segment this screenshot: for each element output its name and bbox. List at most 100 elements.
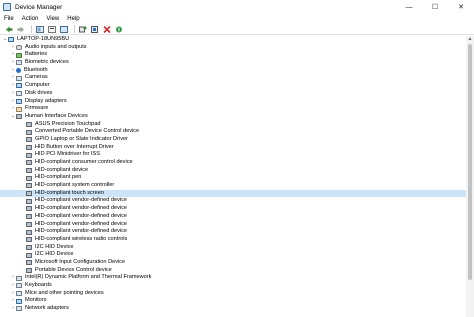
tree-category[interactable]: › Audio inputs and outputs — [0, 44, 466, 52]
scan-icon[interactable] — [78, 25, 88, 34]
menu-action[interactable]: Action — [22, 16, 39, 22]
device-category-icon — [16, 68, 21, 74]
tree-item-label: HID-compliant vendor-defined device — [35, 228, 128, 235]
tree-category[interactable]: › Batteries — [0, 51, 466, 59]
minimize-button[interactable]: — — [396, 0, 422, 14]
maximize-button[interactable]: ☐ — [422, 0, 448, 14]
tree-item-label: Cameras — [25, 74, 48, 81]
window-controls: — ☐ ✕ — [396, 0, 474, 14]
scroll-up-arrow-icon[interactable]: ▲ — [466, 36, 474, 43]
tree-item-label: HID-compliant vendor-defined device — [35, 220, 128, 227]
tree-category[interactable]: › Bluetooth — [0, 67, 466, 75]
menu-file[interactable]: File — [4, 16, 14, 22]
tree-category-hid[interactable]: ⌄ Human Interface Devices — [0, 113, 466, 121]
toolbar — [0, 24, 474, 35]
vertical-scrollbar[interactable]: ▲ — [466, 36, 474, 317]
device-category-icon — [16, 91, 22, 97]
device-manager-icon — [3, 3, 11, 11]
tree-category[interactable]: › Cameras — [0, 74, 466, 82]
tree-device[interactable]: HID-compliant device — [0, 167, 466, 175]
tree-item-label: Network adapters — [25, 305, 69, 312]
tree-device[interactable]: Converted Portable Device Control device — [0, 128, 466, 136]
uninstall-icon[interactable] — [102, 25, 112, 34]
tree-device[interactable]: HID-compliant touch screen — [0, 189, 466, 198]
tree-item-label: HID PCI Minidriver for ISS — [35, 151, 100, 158]
tree-category[interactable]: › Disk drives — [0, 90, 466, 98]
menu-help[interactable]: Help — [67, 16, 79, 22]
tree-device[interactable]: HID-compliant consumer control device — [0, 159, 466, 167]
tree-device[interactable]: HID-compliant vendor-defined device — [0, 221, 466, 229]
tree-item-label: I2C HID Device — [35, 243, 74, 250]
enable-icon[interactable] — [114, 25, 124, 34]
back-icon[interactable] — [4, 25, 14, 34]
hid-device-icon — [26, 168, 32, 174]
tree-category[interactable]: › Intel(R) Dynamic Platform and Thermal F… — [0, 274, 466, 282]
tree-device[interactable]: I2C HID Device — [0, 244, 466, 252]
tree-item-label: HID-compliant vendor-defined device — [35, 205, 128, 212]
hid-device-icon — [26, 229, 32, 235]
hid-device-icon — [26, 137, 32, 143]
tree-device[interactable]: HID Button over Interrupt Driver — [0, 144, 466, 152]
tree-item-label: GPIO Laptop or Slate Indicator Driver — [35, 135, 128, 142]
update-driver-icon[interactable] — [90, 25, 100, 34]
scroll-thumb[interactable] — [468, 44, 472, 280]
hid-device-icon — [26, 244, 32, 250]
tree-device[interactable]: HID-compliant wireless radio controls — [0, 236, 466, 244]
tree-device[interactable]: Portable Device Control device — [0, 267, 466, 275]
tree-item-label: Microsoft Input Configuration Device — [35, 258, 126, 265]
hid-device-icon — [26, 260, 32, 266]
hid-device-icon — [26, 214, 32, 220]
tree-item-label: Batteries — [25, 51, 48, 58]
show-hide-icon[interactable] — [35, 25, 45, 34]
tree-item-label: HID-compliant consumer control device — [35, 159, 133, 165]
device-category-icon — [16, 306, 22, 312]
forward-icon[interactable] — [16, 25, 26, 34]
tree-device[interactable]: HID-compliant system controller — [0, 182, 466, 190]
properties-icon[interactable] — [59, 25, 69, 34]
device-category-icon — [16, 291, 22, 297]
tree-item-label: Keyboards — [25, 282, 52, 288]
tree-category[interactable]: › Network adapters — [0, 305, 466, 313]
tree-item-label: Converted Portable Device Control device — [35, 128, 140, 135]
tree-item-label: Disk drives — [25, 89, 53, 96]
menu-bar: File Action View Help — [0, 14, 474, 24]
tree-category[interactable]: › Mice and other pointing devices — [0, 290, 466, 298]
tree-device[interactable]: HID-compliant vendor-defined device — [0, 197, 466, 205]
tree-device[interactable]: ASUS Precision Touchpad — [0, 121, 466, 129]
device-category-icon — [16, 60, 22, 66]
device-category-icon — [16, 106, 22, 112]
tree-item-label: Monitors — [25, 297, 47, 304]
help-icon[interactable] — [47, 25, 57, 34]
tree-item-label: Computer — [25, 82, 50, 89]
tree-root-computer[interactable]: ⌄ LAPTOP-18UN95BU — [0, 36, 466, 44]
tree-device[interactable]: HID-compliant vendor-defined device — [0, 205, 466, 213]
hid-device-icon — [26, 121, 32, 127]
tree-device[interactable]: Microsoft Input Configuration Device — [0, 259, 466, 267]
tree-item-label: HID Button over Interrupt Driver — [35, 143, 114, 150]
tree-category[interactable]: › Keyboards — [0, 282, 466, 290]
hid-device-icon — [26, 183, 32, 189]
hid-device-icon — [26, 129, 32, 135]
close-button[interactable]: ✕ — [448, 0, 474, 14]
tree-device[interactable]: HID-compliant vendor-defined device — [0, 213, 466, 221]
tree-category[interactable]: › Biometric devices — [0, 59, 466, 67]
tree-device[interactable]: HID-compliant vendor-defined device — [0, 228, 466, 236]
tree-device[interactable]: I2C HID Device — [0, 251, 466, 259]
tree-category[interactable]: › Monitors — [0, 297, 466, 305]
title-bar: Device Manager — ☐ ✕ — [0, 0, 474, 14]
menu-view[interactable]: View — [46, 16, 59, 22]
hid-device-icon — [26, 191, 32, 197]
tree-device[interactable]: HID PCI Minidriver for ISS — [0, 151, 466, 159]
tree-item-label: HID-compliant touch screen — [35, 189, 105, 196]
device-tree: ⌄ LAPTOP-18UN95BU › Audio inputs and output… — [0, 36, 466, 317]
tree-category[interactable]: › Computer — [0, 82, 466, 90]
tree-item-label: I2C HID Device — [35, 251, 74, 258]
tree-category[interactable]: › Display adapters — [0, 98, 466, 106]
tree-device[interactable]: GPIO Laptop or Slate Indicator Driver — [0, 136, 466, 144]
hid-device-icon — [26, 198, 32, 204]
tree-item-label: HID-compliant pen — [35, 174, 82, 181]
tree-category[interactable]: › Firmware — [0, 105, 466, 113]
hid-device-icon — [26, 237, 32, 243]
device-category-icon — [16, 298, 22, 304]
tree-device[interactable]: HID-compliant pen — [0, 174, 466, 182]
